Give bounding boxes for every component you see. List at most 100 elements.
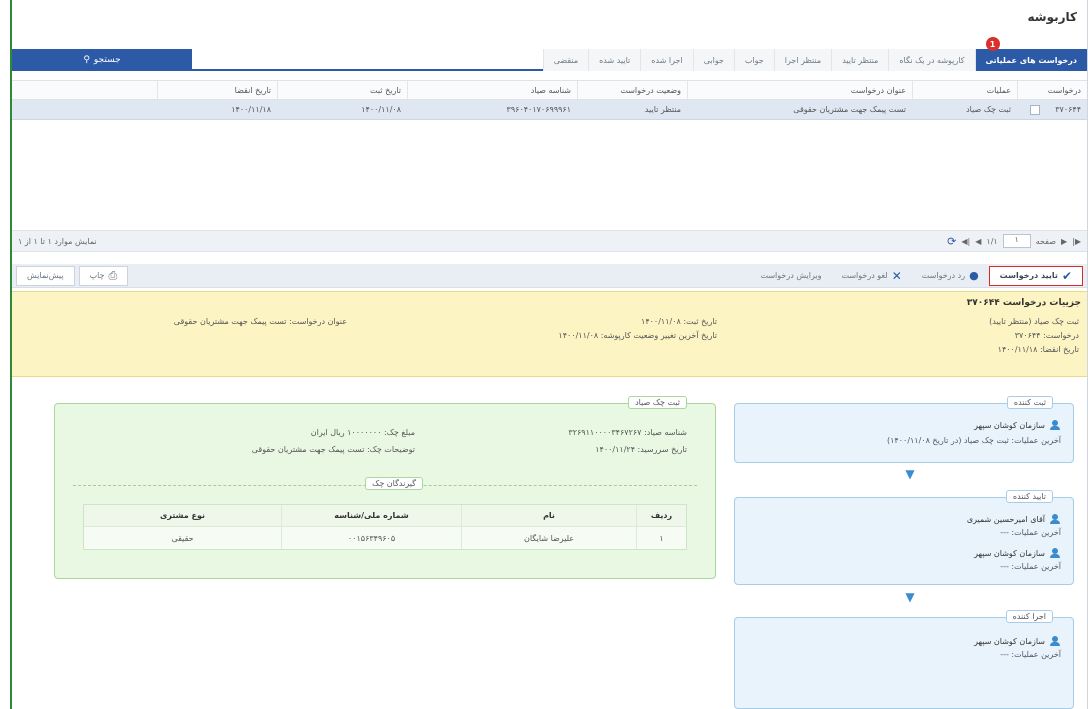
cell-subject: تست پیمک جهت مشتریان حقوقی [687, 100, 912, 119]
prev-page-icon[interactable]: ▶ [1061, 237, 1067, 246]
col-row: ردیف [636, 505, 686, 526]
tab-expired[interactable]: منقضی [542, 49, 589, 71]
action-toolbar: ✔ تایید درخواست ● رد درخواست ✕ لغو درخوا… [12, 264, 1087, 288]
table-row: ۱ علیرضا شایگان ۰۰۱۵۶۳۴۹۶۰۵ حقیقی [84, 527, 686, 549]
workflow-caption: ثبت کننده [1006, 396, 1053, 409]
table-row[interactable]: ۳۷۰۶۴۴ ثبت چک صیاد تست پیمک جهت مشتریان … [12, 100, 1087, 120]
page-label: صفحه [1035, 236, 1056, 246]
payees-caption: گیرندگان چک [365, 477, 423, 490]
col-exp-date[interactable]: تاریخ انقضا [157, 81, 277, 99]
request-details-panel: جزییات درخواست ۳۷۰۶۴۴ ثبت چک صیاد (منتظر… [12, 291, 1087, 377]
toolbar-left-group: ⎙ چاپ پیش‌نمایش [16, 265, 129, 286]
cell-exp-date: ۱۴۰۰/۱۱/۱۸ [157, 100, 277, 119]
col-name: نام [461, 505, 636, 526]
block-icon: ● [969, 269, 979, 282]
cancel-label: لغو درخواست [841, 271, 888, 280]
cell-row: ۱ [636, 527, 686, 549]
col-filler [12, 81, 157, 99]
col-national-id: شماره ملی/شناسه [281, 505, 461, 526]
workflow-last-action: آخرین عملیات: ثبت چک صیاد (در تاریخ ۱۴۰۰… [887, 436, 1061, 445]
col-request[interactable]: درخواست [1017, 81, 1087, 99]
cell-reg-date: ۱۴۰۰/۱۱/۰۸ [277, 100, 407, 119]
cheque-amount: مبلغ چک: ۱۰۰۰۰۰۰۰ ریال ایران [310, 428, 415, 437]
search-button[interactable]: جستجو ⚲ [12, 49, 192, 71]
last-page-icon[interactable]: |◀ [961, 237, 970, 246]
request-number: ۳۷۰۶۴۴ [1055, 105, 1081, 114]
col-customer-type: نوع مشتری [84, 505, 281, 526]
payees-table: ردیف نام شماره ملی/شناسه نوع مشتری ۱ علی… [83, 504, 687, 550]
cell-operation: ثبت چک صیاد [912, 100, 1017, 119]
workflow-executor-box: اجرا کننده سازمان کوشان سپهر آخرین عملیا… [734, 610, 1074, 709]
cheque-info-panel: ثبت چک صیاد شناسه صیاد: ۳۲۶۹۱۱۰۰۰۰۳۴۶۷۲۶… [54, 396, 716, 579]
page-title: کاربوشه [1027, 10, 1078, 24]
tab-answer[interactable]: جواب [733, 49, 774, 71]
workflow-last-action: آخرین عملیات: --- [1000, 650, 1061, 659]
workflow-approver-box: تایید کننده آقای امیرحسین شمیری آخرین عم… [734, 490, 1074, 585]
col-reg-date[interactable]: تاریخ ثبت [277, 81, 407, 99]
page-of: ۱/۱ [986, 236, 998, 246]
workflow-user: سازمان کوشان سپهر [974, 420, 1061, 430]
confirm-label: تایید درخواست [999, 271, 1058, 280]
arrow-down-icon: ▼ [905, 467, 915, 481]
workflow-registrar-box: ثبت کننده سازمان کوشان سپهر آخرین عملیات… [734, 396, 1074, 463]
workflow-user-name: سازمان کوشان سپهر [974, 636, 1045, 646]
workflow-user: سازمان کوشان سپهر [974, 636, 1061, 646]
tab-approved[interactable]: تایید شده [588, 49, 641, 71]
close-icon: ✕ [891, 268, 902, 283]
pagination-bar: ▶| ▶ صفحه ۱ ۱/۱ ◀ |◀ ⟳ نمایش موارد ۱ تا … [12, 230, 1087, 252]
workflow-caption: تایید کننده [1005, 490, 1053, 503]
payees-table-header: ردیف نام شماره ملی/شناسه نوع مشتری [84, 505, 686, 527]
print-button[interactable]: ⎙ چاپ [78, 265, 129, 286]
user-icon [1049, 514, 1061, 524]
row-checkbox[interactable] [1030, 104, 1040, 115]
workflow-user-name: آقای امیرحسین شمیری [966, 514, 1045, 524]
user-icon [1049, 420, 1061, 430]
confirm-request-button[interactable]: ✔ تایید درخواست [988, 265, 1083, 286]
tab-pending-approval[interactable]: منتظر تایید [831, 49, 889, 71]
next-page-icon[interactable]: ◀ [975, 237, 981, 246]
cheque-caption: ثبت چک صیاد [628, 396, 687, 409]
cancel-request-button[interactable]: ✕ لغو درخواست [831, 266, 911, 286]
cell-filler [12, 100, 157, 119]
details-last-change: تاریخ آخرین تغییر وضعیت کارپوشه: ۱۴۰۰/۱۱… [558, 331, 717, 340]
print-icon: ⎙ [108, 268, 118, 282]
app-window: کاربوشه 1 درخواست های عملیاتی کارپوشه در… [10, 0, 1088, 709]
page-input[interactable]: ۱ [1002, 234, 1031, 248]
tab-overview[interactable]: کارپوشه در یک نگاه [888, 49, 975, 71]
first-page-icon[interactable]: ▶| [1072, 237, 1081, 246]
workflow-user: آقای امیرحسین شمیری [967, 514, 1061, 524]
col-status[interactable]: وضعیت درخواست [577, 81, 687, 99]
workflow-last-action: آخرین عملیات: --- [1000, 562, 1061, 571]
record-count: نمایش موارد ۱ تا ۱ از ۱ [18, 236, 97, 246]
arrow-down-icon: ▼ [905, 590, 915, 604]
col-subject[interactable]: عنوان درخواست [687, 81, 912, 99]
edit-request-button[interactable]: ویرایش درخواست [750, 266, 831, 286]
details-subject: عنوان درخواست: تست پیمک جهت مشتریان حقوق… [173, 317, 347, 326]
pager-controls: ▶| ▶ صفحه ۱ ۱/۱ ◀ |◀ ⟳ [947, 234, 1081, 248]
checkmark-icon: ✔ [1061, 268, 1072, 283]
tab-operational-requests[interactable]: 1 درخواست های عملیاتی [974, 37, 1087, 71]
cell-national-id: ۰۰۱۵۶۳۴۹۶۰۵ [281, 527, 461, 549]
search-icon: ⚲ [83, 55, 90, 65]
col-operation[interactable]: عملیات [912, 81, 1017, 99]
reject-label: رد درخواست [921, 271, 966, 280]
cell-sayad-id: ۳۹۶۰۴۰۱۷۰۶۹۹۹۶۱ [407, 100, 577, 119]
grid-header: درخواست عملیات عنوان درخواست وضعیت درخوا… [12, 80, 1087, 100]
cell-customer-type: حقیقی [171, 533, 194, 543]
tab-bar: 1 درخواست های عملیاتی کارپوشه در یک نگاه… [12, 37, 1087, 71]
workflow-caption: اجرا کننده [1005, 610, 1053, 623]
cell-request: ۳۷۰۶۴۴ [1017, 100, 1087, 119]
cheque-description: توضیحات چک: تست پیمک جهت مشتریان حقوقی [251, 445, 415, 454]
tab-answered[interactable]: جوابی [692, 49, 734, 71]
tab-spacer [192, 49, 543, 71]
tab-pending-execution[interactable]: منتظر اجرا [773, 49, 832, 71]
tab-executed[interactable]: اجرا شده [640, 49, 693, 71]
preview-button[interactable]: پیش‌نمایش [16, 265, 75, 286]
workflow-user-name: سازمان کوشان سپهر [974, 548, 1045, 558]
user-icon [1049, 548, 1061, 558]
col-sayad-id[interactable]: شناسه صیاد [407, 81, 577, 99]
refresh-icon[interactable]: ⟳ [947, 235, 956, 248]
reject-request-button[interactable]: ● رد درخواست [912, 266, 989, 286]
workflow-last-action: آخرین عملیات: --- [1000, 528, 1061, 537]
details-expiry: تاریخ انقضا: ۱۴۰۰/۱۱/۱۸ [997, 345, 1079, 354]
